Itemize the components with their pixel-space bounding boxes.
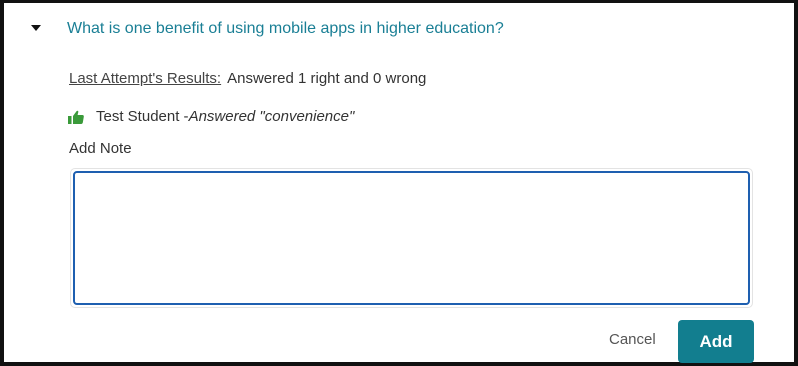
student-answer-text: Answered "convenience" bbox=[188, 108, 355, 125]
cancel-button[interactable]: Cancel bbox=[609, 331, 656, 348]
question-title[interactable]: What is one benefit of using mobile apps… bbox=[67, 20, 504, 38]
thumbs-up-icon bbox=[68, 110, 84, 124]
add-note-textarea[interactable] bbox=[73, 171, 750, 305]
last-attempt-results: Last Attempt's Results: Answered 1 right … bbox=[69, 70, 426, 87]
caret-down-icon[interactable] bbox=[31, 25, 41, 31]
add-note-label: Add Note bbox=[69, 140, 132, 157]
student-answer-row: Test Student - Answered "convenience" bbox=[68, 108, 354, 125]
question-panel: What is one benefit of using mobile apps… bbox=[0, 0, 798, 366]
student-name: Test Student - bbox=[96, 108, 189, 125]
add-button[interactable]: Add bbox=[678, 320, 754, 363]
results-label: Last Attempt's Results: bbox=[69, 70, 222, 87]
results-summary: Answered 1 right and 0 wrong bbox=[227, 70, 427, 87]
